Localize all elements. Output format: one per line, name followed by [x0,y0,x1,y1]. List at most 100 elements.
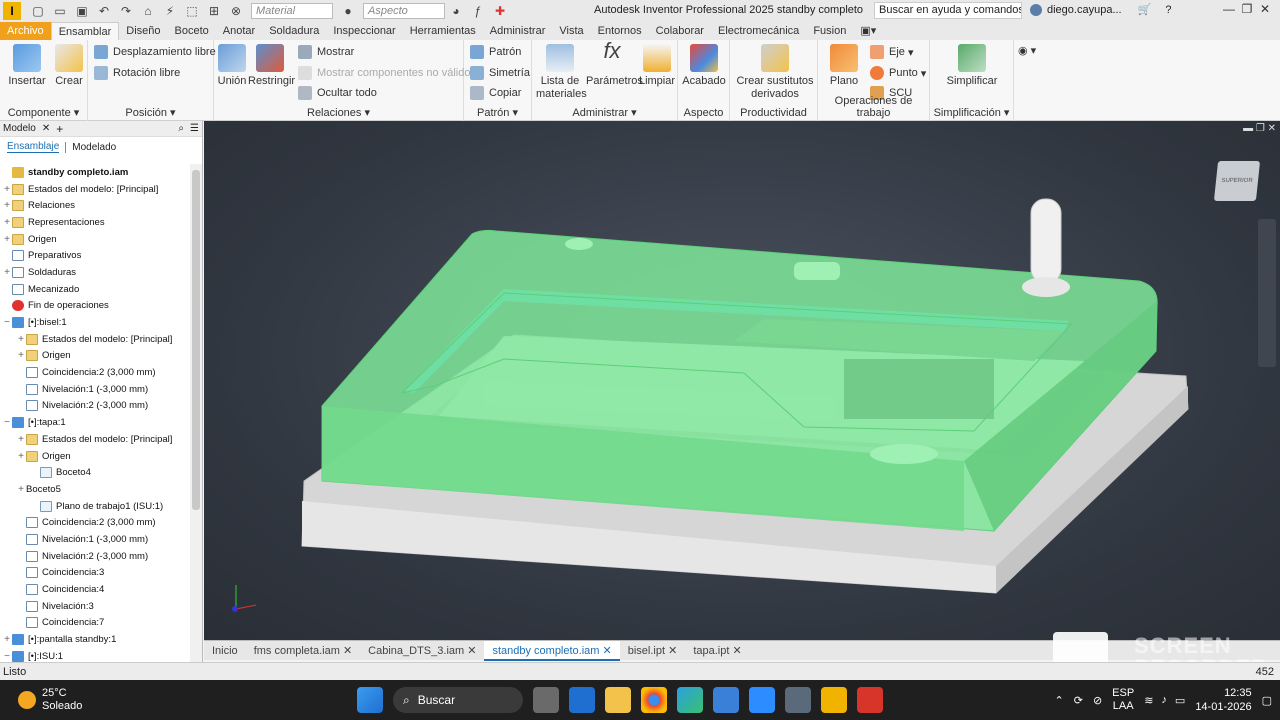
expand-icon[interactable]: + [2,267,12,278]
simplificacion-label[interactable]: Simplificación ▾ [930,106,1013,119]
expand-icon[interactable]: + [2,234,12,245]
tab-diseño[interactable]: Diseño [119,22,167,40]
windows-start-icon[interactable] [357,687,383,713]
redo-icon[interactable]: ↷ [117,3,135,19]
taskbar-search[interactable]: ⌕ Buscar [393,687,523,713]
help-icon[interactable]: ? [1165,4,1171,16]
eje-button[interactable]: Eje ▾ [870,45,913,59]
appearance-combo[interactable]: Aspecto [363,3,445,19]
doc-tab-close-icon[interactable]: ✕ [599,645,612,657]
undo-icon[interactable]: ↶ [95,3,113,19]
tree-node[interactable]: Nivelación:1 (-3,000 mm) [0,381,188,398]
clear-icon[interactable]: ⊗ [227,3,245,19]
viewport-controls[interactable]: ▬ ❐ ✕ [1243,123,1276,134]
tab-colaborar[interactable]: Colaborar [649,22,711,40]
doc-tab-close-icon[interactable]: ✕ [464,645,476,657]
recorder-taskbar-icon[interactable] [857,687,883,713]
mostrar-no-validos-button[interactable]: Mostrar componentes no válidos [298,66,476,80]
zoom-icon[interactable] [749,687,775,713]
posicion-label[interactable]: Posición ▾ [88,106,213,119]
tree-node[interactable]: + Origen [0,231,188,248]
tab-fusion[interactable]: Fusion [806,22,853,40]
expand-icon[interactable]: + [16,350,26,361]
tab-ensamblaje[interactable]: Ensamblaje [7,141,60,153]
tab-overflow-icon[interactable]: ▣▾ [853,22,883,40]
expand-icon[interactable]: + [16,484,26,495]
add-icon[interactable]: ✚ [491,3,509,19]
expand-icon[interactable]: − [2,651,12,662]
network-off-icon[interactable]: ⊘ [1093,694,1102,707]
task-view-icon[interactable] [533,687,559,713]
tab-electromecánica[interactable]: Electromecánica [711,22,806,40]
tree-node[interactable]: + [•]:pantalla standby:1 [0,631,188,648]
tab-anotar[interactable]: Anotar [216,22,262,40]
close-icon[interactable]: ✕ [1256,2,1274,16]
tree-node[interactable]: + Estados del modelo: [Principal] [0,181,188,198]
browser-menu-icon[interactable]: ☰ [190,123,199,134]
speaker-icon[interactable]: ♪ [1161,694,1167,706]
acabado-button[interactable]: Acabado [682,44,726,88]
restringir-button[interactable]: Restringir [248,44,295,88]
tab-inspeccionar[interactable]: Inspeccionar [326,22,402,40]
open-folder-icon[interactable]: ▭ [51,3,69,19]
tab-vista[interactable]: Vista [552,22,590,40]
tree-node[interactable]: Nivelación:1 (-3,000 mm) [0,531,188,548]
punto-button[interactable]: Punto ▾ [870,66,926,80]
tab-boceto[interactable]: Boceto [168,22,216,40]
chrome-icon[interactable] [641,687,667,713]
restore-icon[interactable]: ❐ [1238,2,1256,16]
inventor-taskbar-icon[interactable] [821,687,847,713]
tree-node[interactable]: Fin de operaciones [0,298,188,315]
tree-node[interactable]: + Estados del modelo: [Principal] [0,331,188,348]
tray-chevron-icon[interactable]: ⌃ [1055,694,1064,707]
tree-node[interactable]: Coincidencia:7 [0,615,188,632]
tab-archivo[interactable]: Archivo [0,22,51,40]
relaciones-label[interactable]: Relaciones ▾ [214,106,463,119]
browser-search-icon[interactable]: ⌕ [178,123,184,134]
material-combo[interactable]: Material [251,3,333,19]
tree-node[interactable]: − [•]:bisel:1 [0,314,188,331]
expand-icon[interactable]: + [16,451,26,462]
expand-icon[interactable]: − [2,317,12,328]
new-file-icon[interactable]: ▢ [29,3,47,19]
doc-tab[interactable]: Inicio [204,641,246,661]
user-account[interactable]: diego.cayupa... 🛒? [1030,3,1171,16]
doc-tab[interactable]: fms completa.iam ✕ [246,641,360,661]
tree-node[interactable]: + Origen [0,348,188,365]
tree-node[interactable]: + Soldaduras [0,264,188,281]
tree-node[interactable]: Nivelación:2 (-3,000 mm) [0,548,188,565]
plano-button[interactable]: Plano [824,44,864,88]
doc-tab-close-icon[interactable]: ✕ [340,645,352,657]
crear-sustitutos-button[interactable]: Crear sustitutos derivados [734,44,816,101]
app-icon[interactable] [713,687,739,713]
rotacion-libre-button[interactable]: Rotación libre [94,66,180,80]
tree-node[interactable]: + Origen [0,448,188,465]
minimize-icon[interactable]: — [1220,2,1238,16]
patron-button[interactable]: Patrón [470,45,521,59]
tree-node[interactable]: − [•]:tapa:1 [0,414,188,431]
tree-node[interactable]: Nivelación:2 (-3,000 mm) [0,398,188,415]
view-cube[interactable]: SUPERIOR [1213,161,1261,201]
tree-node[interactable]: Mecanizado [0,281,188,298]
patron-label[interactable]: Patrón ▾ [464,106,531,119]
insertar-button[interactable]: Insertar [6,44,48,88]
measure-icon[interactable]: ⊞ [205,3,223,19]
mostrar-button[interactable]: Mostrar [298,45,354,59]
notification-icon[interactable]: ▢ [1262,694,1272,707]
save-icon[interactable]: ▣ [73,3,91,19]
expand-icon[interactable]: + [2,184,12,195]
lista-materiales-button[interactable]: Lista de materiales [536,44,587,101]
appearance-icon[interactable]: ● [339,3,357,19]
doc-tab[interactable]: standby completo.iam ✕ [484,640,620,661]
expand-icon[interactable]: + [16,334,26,345]
tree-node[interactable]: Nivelación:3 [0,598,188,615]
tab-modelado[interactable]: Modelado [72,142,116,153]
expand-icon[interactable]: + [16,434,26,445]
administrar-label[interactable]: Administrar ▾ [532,106,677,119]
doc-tab[interactable]: Cabina_DTS_3.iam ✕ [360,641,484,661]
viewport-close-icon[interactable]: ✕ [1268,123,1276,134]
navigation-bar[interactable] [1258,219,1276,367]
clock[interactable]: 12:35 14-01-2026 [1195,686,1251,714]
tab-ensamblar[interactable]: Ensamblar [50,22,120,40]
tree-node[interactable]: + Estados del modelo: [Principal] [0,431,188,448]
